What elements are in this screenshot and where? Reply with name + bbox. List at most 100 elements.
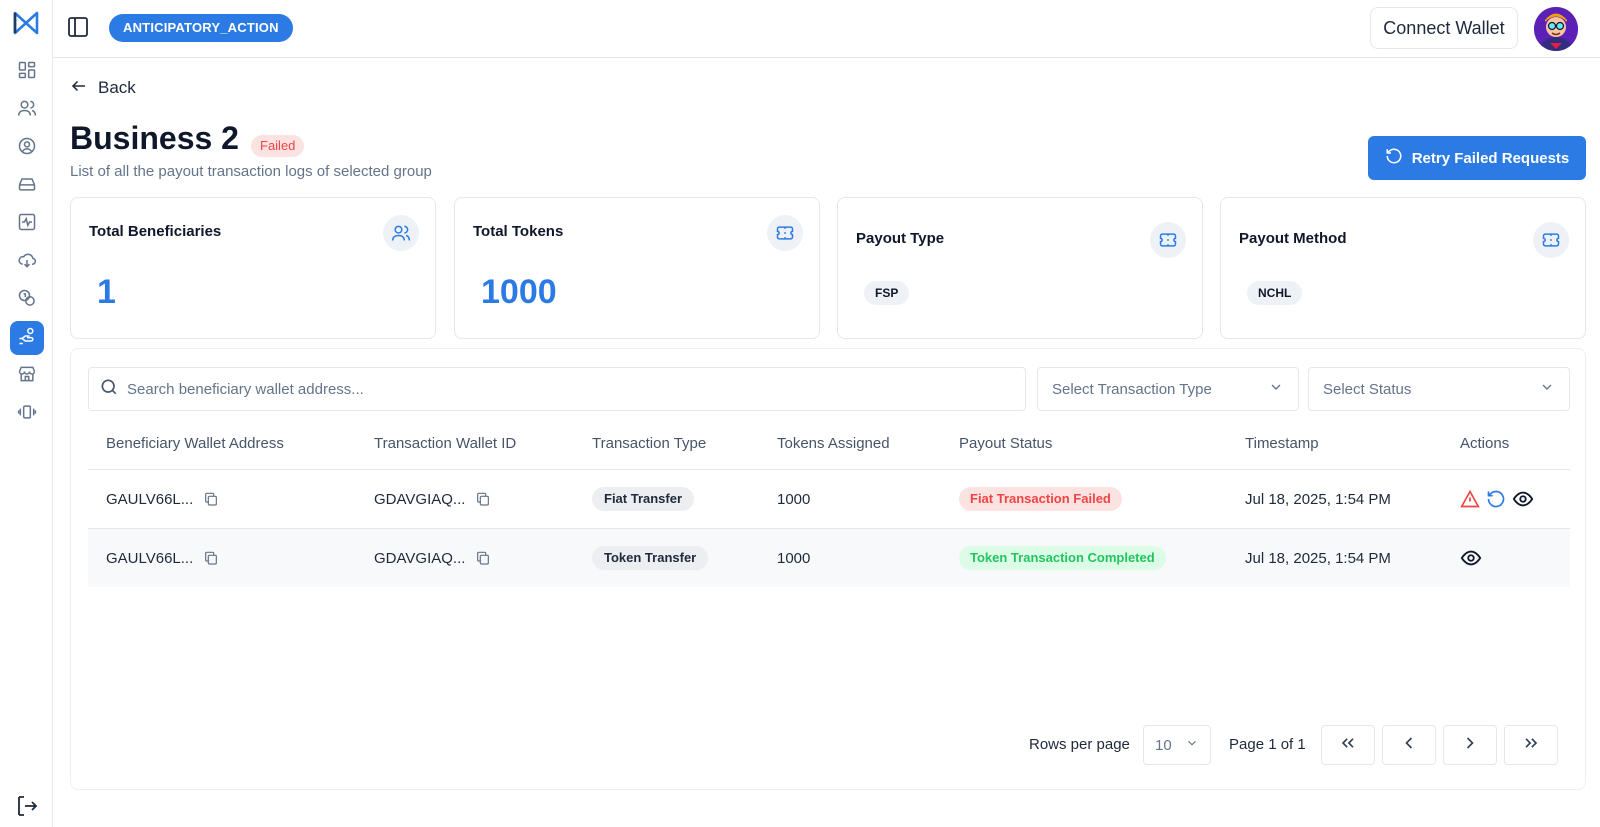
card-title: Payout Type <box>856 230 945 247</box>
project-badge[interactable]: ANTICIPATORY_ACTION <box>109 14 293 42</box>
rows-per-page-label: Rows per page <box>1029 736 1130 753</box>
tokens-cell: 1000 <box>777 549 811 567</box>
status-badge: Failed <box>251 135 305 157</box>
logout-button[interactable] <box>10 794 44 822</box>
search-box[interactable] <box>88 367 1026 411</box>
copy-icon[interactable] <box>475 491 491 507</box>
chevron-down-icon <box>1185 736 1199 754</box>
beneficiary-cell: GAULV66L... <box>106 470 219 528</box>
activity-icon <box>17 212 37 237</box>
type-cell: Token Transfer <box>592 529 709 587</box>
coins-icon <box>17 288 37 313</box>
table-row[interactable]: GAULV66L... GDAVGIAQ... Fiat Transfer 10… <box>88 470 1570 528</box>
column-header[interactable]: Payout Status <box>959 435 1052 452</box>
search-input[interactable] <box>127 380 1007 398</box>
status-cell: Fiat Transaction Failed <box>959 470 1122 528</box>
beneficiary-cell: GAULV66L... <box>106 529 219 587</box>
sidebar-item-communications[interactable] <box>10 397 44 431</box>
avatar[interactable] <box>1534 7 1578 51</box>
chevron-down-icon <box>1539 379 1555 399</box>
last-page-button[interactable] <box>1504 725 1558 765</box>
status-select-value: Select Status <box>1323 380 1412 398</box>
card-value: 1 <box>97 273 116 311</box>
page-indicator: Page 1 of 1 <box>1229 736 1306 753</box>
timestamp-cell: Jul 18, 2025, 1:54 PM <box>1245 549 1391 567</box>
back-label: Back <box>98 78 136 97</box>
status-select[interactable]: Select Status <box>1308 367 1570 411</box>
sidebar-item-payouts[interactable] <box>10 321 44 355</box>
sidebar-item-dashboard[interactable] <box>10 55 44 89</box>
rows-per-page-select[interactable]: 10 <box>1143 725 1211 765</box>
chevron-right-icon <box>1460 733 1480 758</box>
transaction-type-chip: Token Transfer <box>592 546 709 570</box>
users-icon <box>383 215 419 251</box>
table-row[interactable]: GAULV66L... GDAVGIAQ... Token Transfer 1… <box>88 529 1570 587</box>
copy-icon[interactable] <box>203 550 219 566</box>
sidebar-item-coins[interactable] <box>10 283 44 317</box>
sidebar-toggle-icon <box>66 15 90 44</box>
sidebar-item-sync[interactable] <box>10 245 44 279</box>
connect-wallet-button[interactable]: Connect Wallet <box>1370 7 1518 49</box>
rotate-ccw-icon <box>1385 147 1403 169</box>
first-page-button[interactable] <box>1321 725 1375 765</box>
card-total-beneficiaries: Total Beneficiaries 1 <box>70 197 436 339</box>
back-link[interactable]: Back <box>70 76 136 100</box>
ticket-icon <box>1150 222 1186 258</box>
column-header[interactable]: Transaction Wallet ID <box>374 435 516 452</box>
column-header[interactable]: Timestamp <box>1245 435 1319 452</box>
payout-status-badge: Token Transaction Completed <box>959 546 1166 570</box>
column-header[interactable]: Tokens Assigned <box>777 435 890 452</box>
retry-icon[interactable] <box>1486 489 1506 509</box>
retry-failed-requests-button[interactable]: Retry Failed Requests <box>1368 136 1586 180</box>
next-page-button[interactable] <box>1443 725 1497 765</box>
alert-triangle-icon[interactable] <box>1460 489 1480 509</box>
tokens-cell: 1000 <box>777 490 811 508</box>
panel-toggle-button[interactable] <box>65 16 91 42</box>
chevron-down-icon <box>1268 379 1284 399</box>
eye-icon[interactable] <box>1460 547 1482 569</box>
actions-cell <box>1460 470 1540 528</box>
eye-icon[interactable] <box>1512 488 1534 510</box>
rows-per-page-value: 10 <box>1155 736 1172 754</box>
sidebar <box>0 0 53 827</box>
actions-cell <box>1460 529 1488 587</box>
transaction-type-select[interactable]: Select Transaction Type <box>1037 367 1299 411</box>
wallet-id-cell: GDAVGIAQ... <box>374 470 491 528</box>
sidebar-item-storage[interactable] <box>10 169 44 203</box>
card-value: 1000 <box>481 273 557 311</box>
sidebar-item-vendors[interactable] <box>10 359 44 393</box>
user-circle-icon <box>17 136 37 161</box>
cloud-download-icon <box>17 250 37 275</box>
copy-icon[interactable] <box>475 550 491 566</box>
status-cell: Token Transaction Completed <box>959 529 1166 587</box>
card-payout-method: Payout Method NCHL <box>1220 197 1586 339</box>
payout-method-chip: NCHL <box>1247 281 1303 305</box>
vibrate-icon <box>17 402 37 427</box>
dashboard-icon <box>17 60 37 85</box>
sidebar-item-beneficiaries[interactable] <box>10 93 44 127</box>
transaction-type-chip: Fiat Transfer <box>592 487 695 511</box>
card-title: Total Beneficiaries <box>89 223 222 240</box>
column-header: Actions <box>1460 435 1510 452</box>
sidebar-item-activity[interactable] <box>10 207 44 241</box>
chevrons-right-icon <box>1521 733 1541 758</box>
card-payout-type: Payout Type FSP <box>837 197 1203 339</box>
rahat-logo-icon[interactable] <box>12 9 40 37</box>
wallet-id: GDAVGIAQ... <box>374 490 466 508</box>
column-header[interactable]: Transaction Type <box>592 435 706 452</box>
card-total-tokens: Total Tokens 1000 <box>454 197 820 339</box>
card-title: Payout Method <box>1239 230 1347 247</box>
page-subtitle: List of all the payout transaction logs … <box>70 163 432 180</box>
previous-page-button[interactable] <box>1382 725 1436 765</box>
ticket-icon <box>1533 222 1569 258</box>
copy-icon[interactable] <box>203 491 219 507</box>
payout-type-chip: FSP <box>864 281 910 305</box>
payout-status-badge: Fiat Transaction Failed <box>959 487 1122 511</box>
column-header[interactable]: Beneficiary Wallet Address <box>106 435 284 452</box>
ticket-icon <box>767 215 803 251</box>
search-icon <box>99 377 119 402</box>
timestamp-cell: Jul 18, 2025, 1:54 PM <box>1245 490 1391 508</box>
card-title: Total Tokens <box>473 223 564 240</box>
retry-label: Retry Failed Requests <box>1411 149 1570 167</box>
sidebar-item-profile[interactable] <box>10 131 44 165</box>
